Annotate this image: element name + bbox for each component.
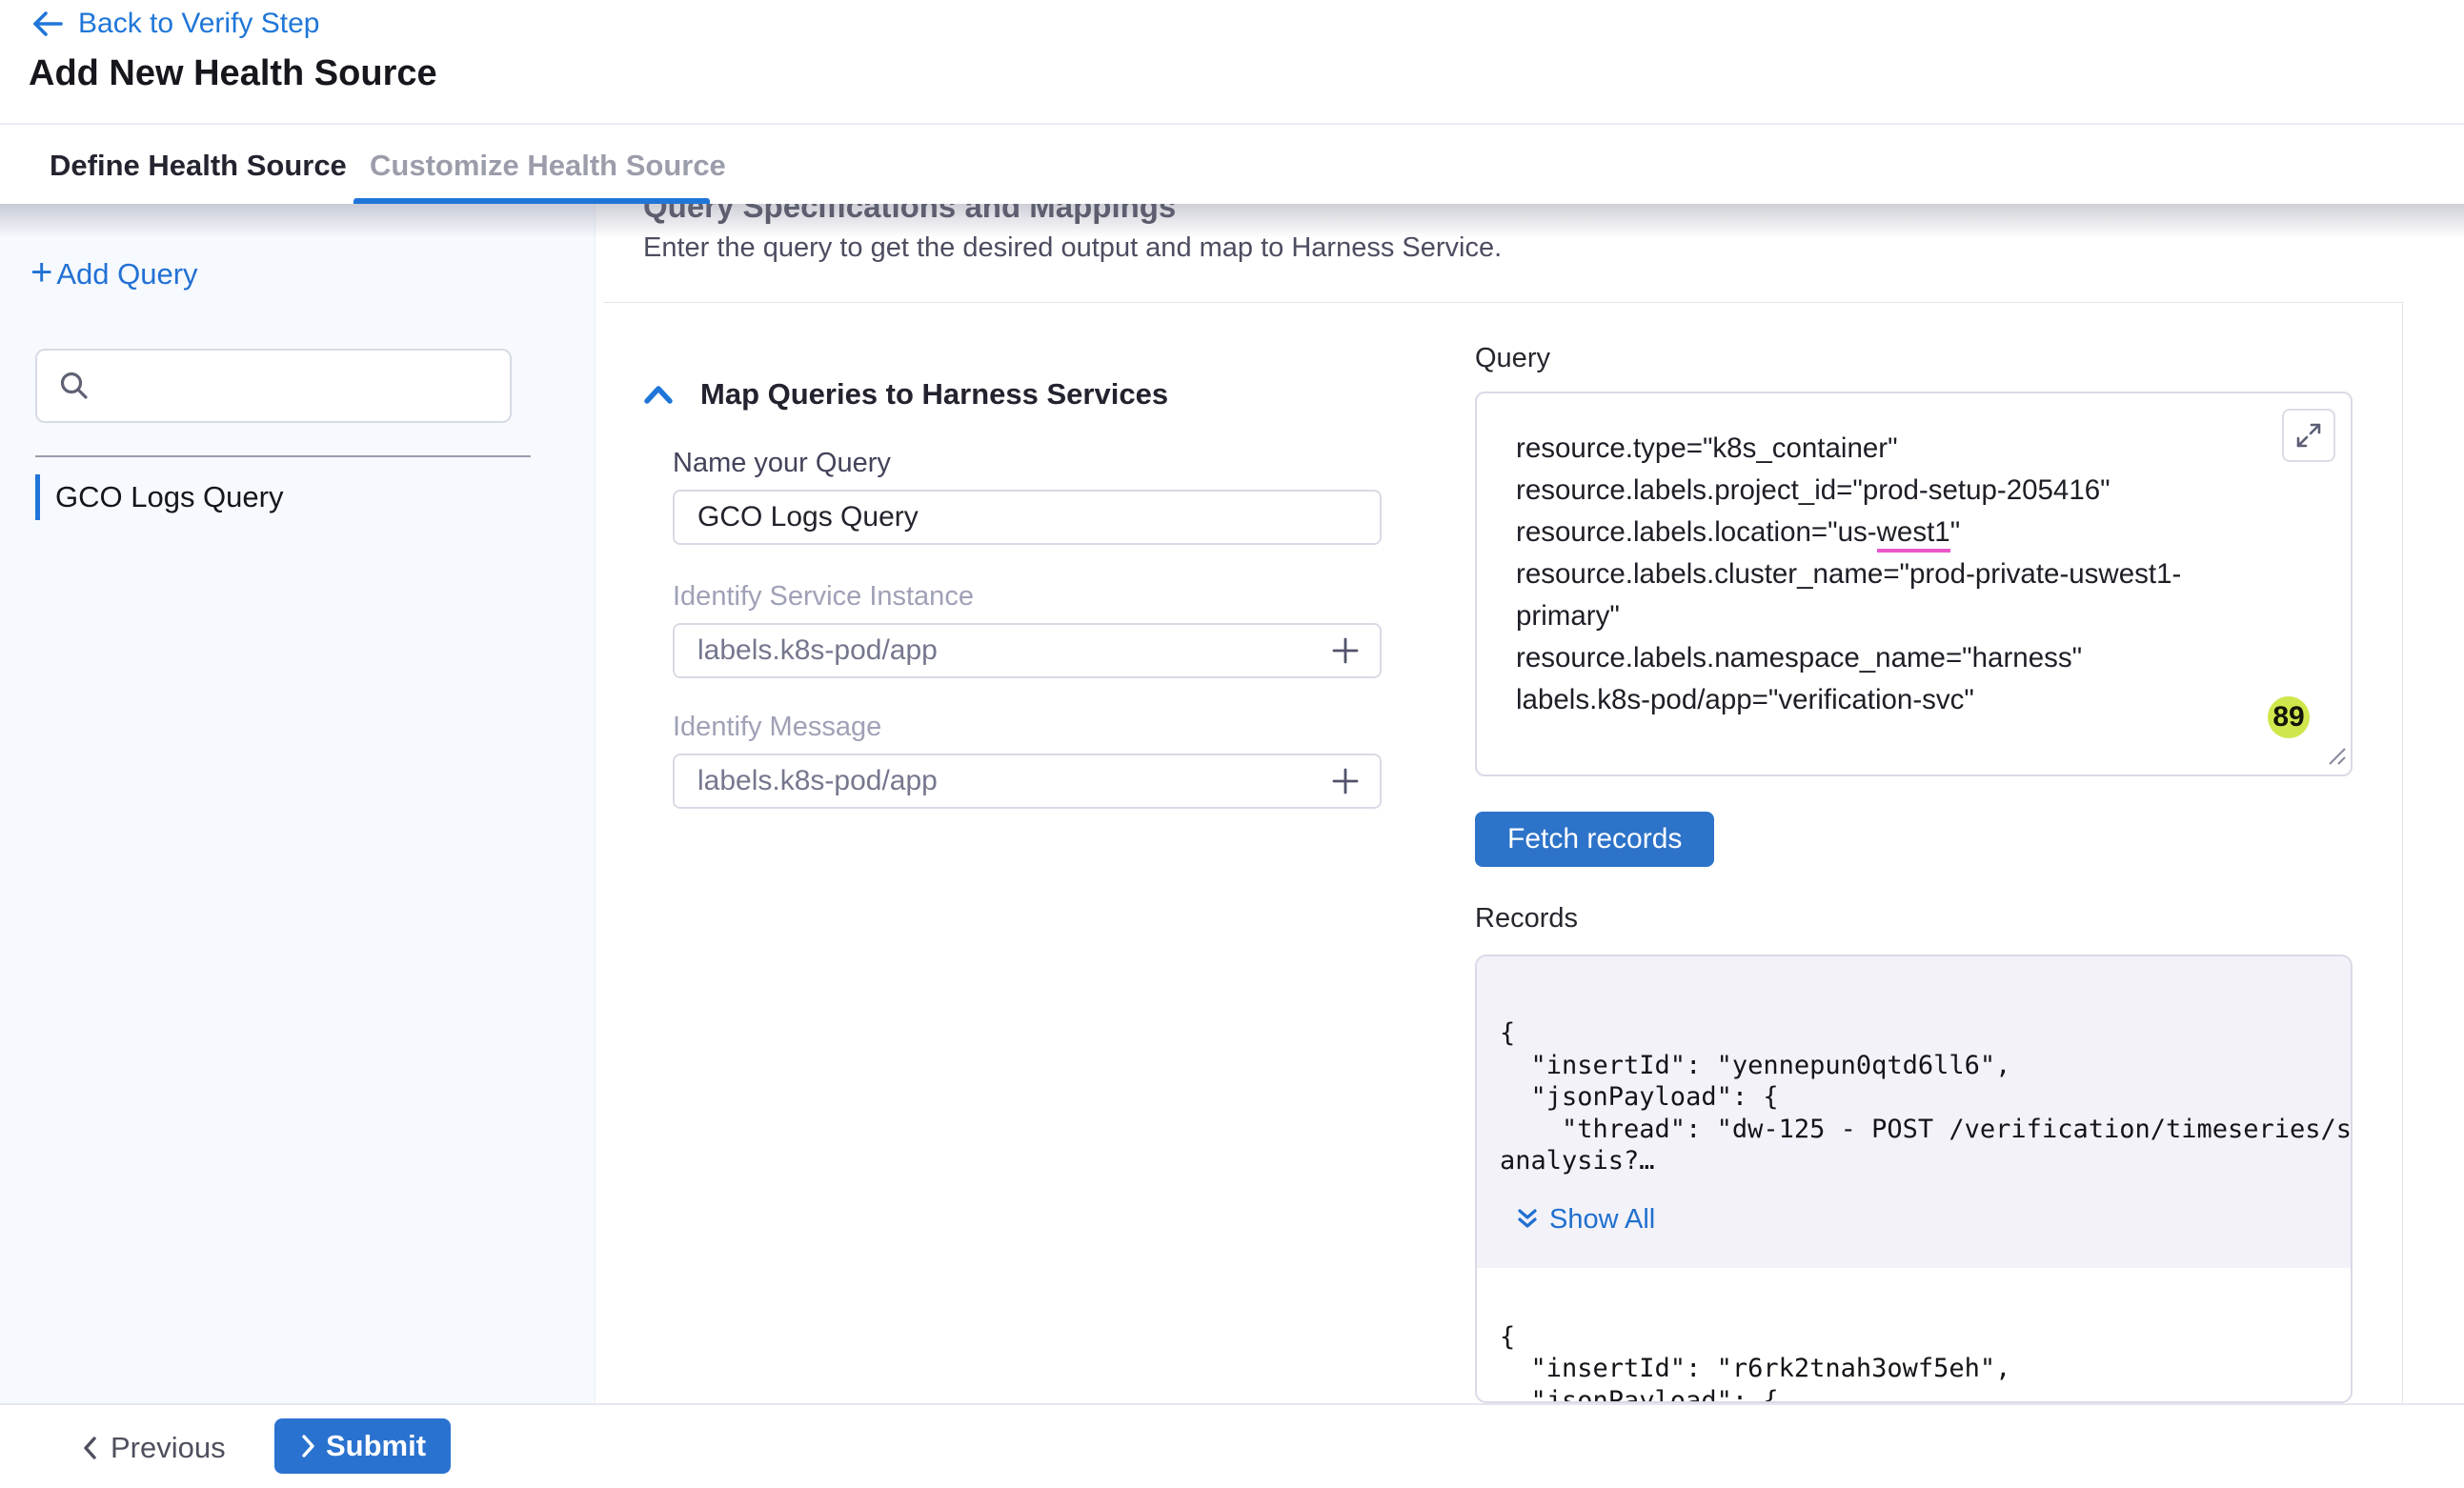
plus-icon: + xyxy=(30,258,52,287)
tab-define-health-source[interactable]: Define Health Source xyxy=(50,125,347,206)
char-count-badge: 89 xyxy=(2268,696,2310,738)
query-editor[interactable]: resource.type="k8s_container" resource.l… xyxy=(1475,392,2353,776)
query-text: resource.type="k8s_container" resource.l… xyxy=(1516,428,2236,721)
show-all-link[interactable]: Show All xyxy=(1515,1204,2328,1236)
section-subtitle: Enter the query to get the desired outpu… xyxy=(643,232,1502,264)
search-input[interactable] xyxy=(102,356,510,415)
previous-button[interactable]: Previous xyxy=(74,1405,232,1488)
back-to-verify-step-link[interactable]: Back to Verify Step xyxy=(29,8,319,40)
page-title: Add New Health Source xyxy=(29,53,437,94)
back-link-label: Back to Verify Step xyxy=(78,8,319,40)
records-label: Records xyxy=(1475,903,1578,935)
name-your-query-label: Name your Query xyxy=(673,448,891,479)
show-all-label: Show All xyxy=(1549,1204,1655,1236)
double-chevron-down-icon xyxy=(1515,1206,1540,1233)
tab-customize-health-source[interactable]: Customize Health Source xyxy=(370,125,726,206)
fullscreen-icon xyxy=(2294,421,2323,450)
query-item-label: GCO Logs Query xyxy=(55,480,283,514)
add-query-label: Add Query xyxy=(56,257,197,292)
card-right-border xyxy=(2402,302,2403,1403)
search-icon xyxy=(58,370,91,402)
message-input[interactable] xyxy=(675,757,1330,805)
fetch-records-button[interactable]: Fetch records xyxy=(1475,812,1714,867)
add-query-button[interactable]: + Add Query xyxy=(30,257,198,292)
spellcheck-underline: west1 xyxy=(1877,516,1950,553)
identify-message-label: Identify Message xyxy=(673,712,881,743)
query-sidebar: + Add Query GCO Logs Query xyxy=(0,204,596,1403)
resize-handle-icon[interactable] xyxy=(2319,738,2348,772)
footer-bar: Previous Submit xyxy=(0,1403,2464,1488)
identify-service-instance-label: Identify Service Instance xyxy=(673,581,974,613)
query-name-field xyxy=(673,490,1382,545)
record-1-json: { "insertId": "yennepun0qtd6ll6", "jsonP… xyxy=(1500,1017,2328,1177)
add-service-instance-plus-icon[interactable] xyxy=(1330,635,1361,666)
message-field xyxy=(673,754,1382,809)
submit-label: Submit xyxy=(326,1429,426,1463)
selected-indicator-bar xyxy=(35,474,40,520)
chevron-up-icon xyxy=(643,384,674,405)
query-label: Query xyxy=(1475,343,1550,374)
expand-query-button[interactable] xyxy=(2282,409,2335,462)
sidebar-item-gco-logs-query[interactable]: GCO Logs Query xyxy=(35,474,283,520)
chevron-left-icon xyxy=(80,1435,99,1461)
add-message-plus-icon[interactable] xyxy=(1330,766,1361,796)
submit-button[interactable]: Submit xyxy=(274,1418,451,1474)
back-arrow-icon xyxy=(29,8,65,40)
sidebar-divider xyxy=(35,455,531,457)
query-search-box xyxy=(35,349,512,423)
tab-bar: Define Health Source Customize Health So… xyxy=(0,123,2464,206)
service-instance-field xyxy=(673,623,1382,678)
record-item-2: { "insertId": "r6rk2tnah3owf5eh", "jsonP… xyxy=(1477,1268,2351,1404)
section-heading: Query Specifications and Mappings xyxy=(643,204,1176,225)
record-item-1: { "insertId": "yennepun0qtd6ll6", "jsonP… xyxy=(1477,956,2351,1268)
service-instance-input[interactable] xyxy=(675,627,1330,674)
body: + Add Query GCO Logs Query Query Specifi… xyxy=(0,204,2464,1403)
add-health-source-page: Back to Verify Step Add New Health Sourc… xyxy=(0,0,2464,1488)
map-queries-collapse-header[interactable]: Map Queries to Harness Services xyxy=(643,377,1168,412)
record-2-json: { "insertId": "r6rk2tnah3owf5eh", "jsonP… xyxy=(1500,1321,2328,1404)
header: Back to Verify Step Add New Health Sourc… xyxy=(0,0,2464,123)
main-content: Query Specifications and Mappings Enter … xyxy=(596,204,2464,1403)
chevron-right-icon xyxy=(299,1434,316,1458)
previous-label: Previous xyxy=(111,1431,226,1465)
card-top-divider xyxy=(603,302,2402,303)
records-panel: { "insertId": "yennepun0qtd6ll6", "jsonP… xyxy=(1475,955,2353,1403)
query-name-input[interactable] xyxy=(675,493,1380,541)
map-queries-title: Map Queries to Harness Services xyxy=(700,377,1168,412)
